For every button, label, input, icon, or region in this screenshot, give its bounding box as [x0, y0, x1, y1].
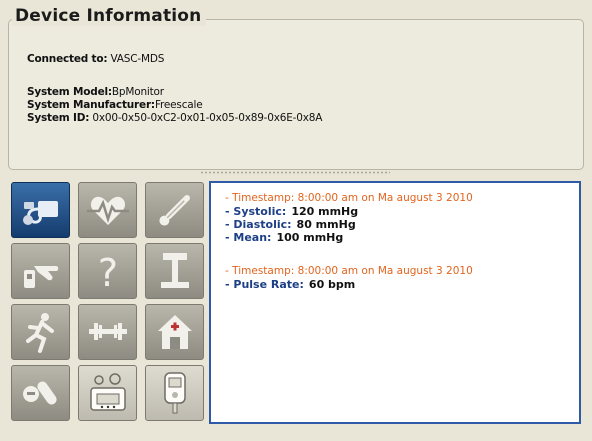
systolic-label: - Systolic: [225, 205, 287, 218]
tile-blood-pressure[interactable] [11, 182, 70, 238]
tile-hand[interactable] [11, 243, 70, 299]
tile-home-health[interactable] [145, 304, 204, 360]
running-person-icon [25, 313, 54, 353]
splitter-grip[interactable] [200, 171, 390, 174]
tile-device[interactable] [78, 365, 137, 421]
question-mark-icon: ? [97, 251, 117, 294]
tile-activity[interactable] [11, 304, 70, 360]
connected-to-row: Connected to: VASC-MDS [27, 53, 164, 65]
system-model-value: BpMonitor [111, 86, 164, 98]
device-monitor-icon [89, 373, 126, 411]
diastolic-label: - Diastolic: [225, 218, 292, 231]
icon-grid: ? [8, 180, 205, 426]
system-id-row: System ID: 0x00-0x50-0xC2-0x01-0x05-0x89… [27, 112, 322, 124]
pulse-rate-row: - Pulse Rate: 60 bpm [225, 278, 355, 291]
weight-scale-icon [160, 253, 189, 288]
home-health-icon [157, 315, 192, 349]
mean-label: - Mean: [225, 231, 272, 244]
pulse-rate-label: - Pulse Rate: [225, 278, 304, 291]
tile-weight-scale[interactable] [145, 243, 204, 299]
pulse-timestamp: - Timestamp: 8:00:00 am on Ma august 3 2… [225, 265, 473, 277]
system-model-label: System Model: [27, 86, 112, 98]
hand-pointer-icon [23, 266, 58, 288]
mean-row: - Mean: 100 mmHg [225, 231, 343, 244]
bp-timestamp: - Timestamp: 8:00:00 am on Ma august 3 2… [225, 192, 473, 204]
diastolic-row: - Diastolic: 80 mmHg [225, 218, 356, 231]
system-manufacturer-label: System Manufacturer: [27, 99, 155, 111]
readings-panel: - Timestamp: 8:00:00 am on Ma august 3 2… [209, 181, 581, 424]
connected-to-value: VASC-MDS [110, 53, 165, 65]
system-model-row: System Model:BpMonitor [27, 86, 164, 98]
pills-icon [22, 381, 57, 405]
system-id-value: 0x00-0x50-0xC2-0x01-0x05-0x89-0x6E-0x8A [92, 112, 323, 124]
tile-thermometer[interactable] [145, 182, 204, 238]
systolic-row: - Systolic: 120 mmHg [225, 205, 358, 218]
mean-value: 100 mmHg [276, 231, 344, 244]
systolic-value: 120 mmHg [291, 205, 359, 218]
tile-medication[interactable] [11, 365, 70, 421]
system-manufacturer-value: Freescale [154, 99, 203, 111]
system-id-label: System ID: [27, 112, 90, 124]
dumbbell-icon [88, 323, 127, 340]
pulse-rate-value: 60 bpm [308, 278, 356, 291]
tile-exercise[interactable] [78, 304, 137, 360]
tile-glucose[interactable] [145, 365, 204, 421]
tile-heart-rate[interactable] [78, 182, 137, 238]
glucose-meter-icon [163, 372, 186, 414]
svg-text:?: ? [97, 251, 117, 294]
device-info-title: Device Information [12, 6, 207, 26]
system-manufacturer-row: System Manufacturer:Freescale [27, 99, 203, 111]
blood-pressure-icon [22, 201, 58, 225]
heart-rate-icon [86, 196, 129, 225]
diastolic-value: 80 mmHg [296, 218, 356, 231]
tile-help[interactable]: ? [78, 243, 137, 299]
thermometer-icon [158, 194, 190, 226]
connected-to-label: Connected to: [27, 53, 108, 65]
